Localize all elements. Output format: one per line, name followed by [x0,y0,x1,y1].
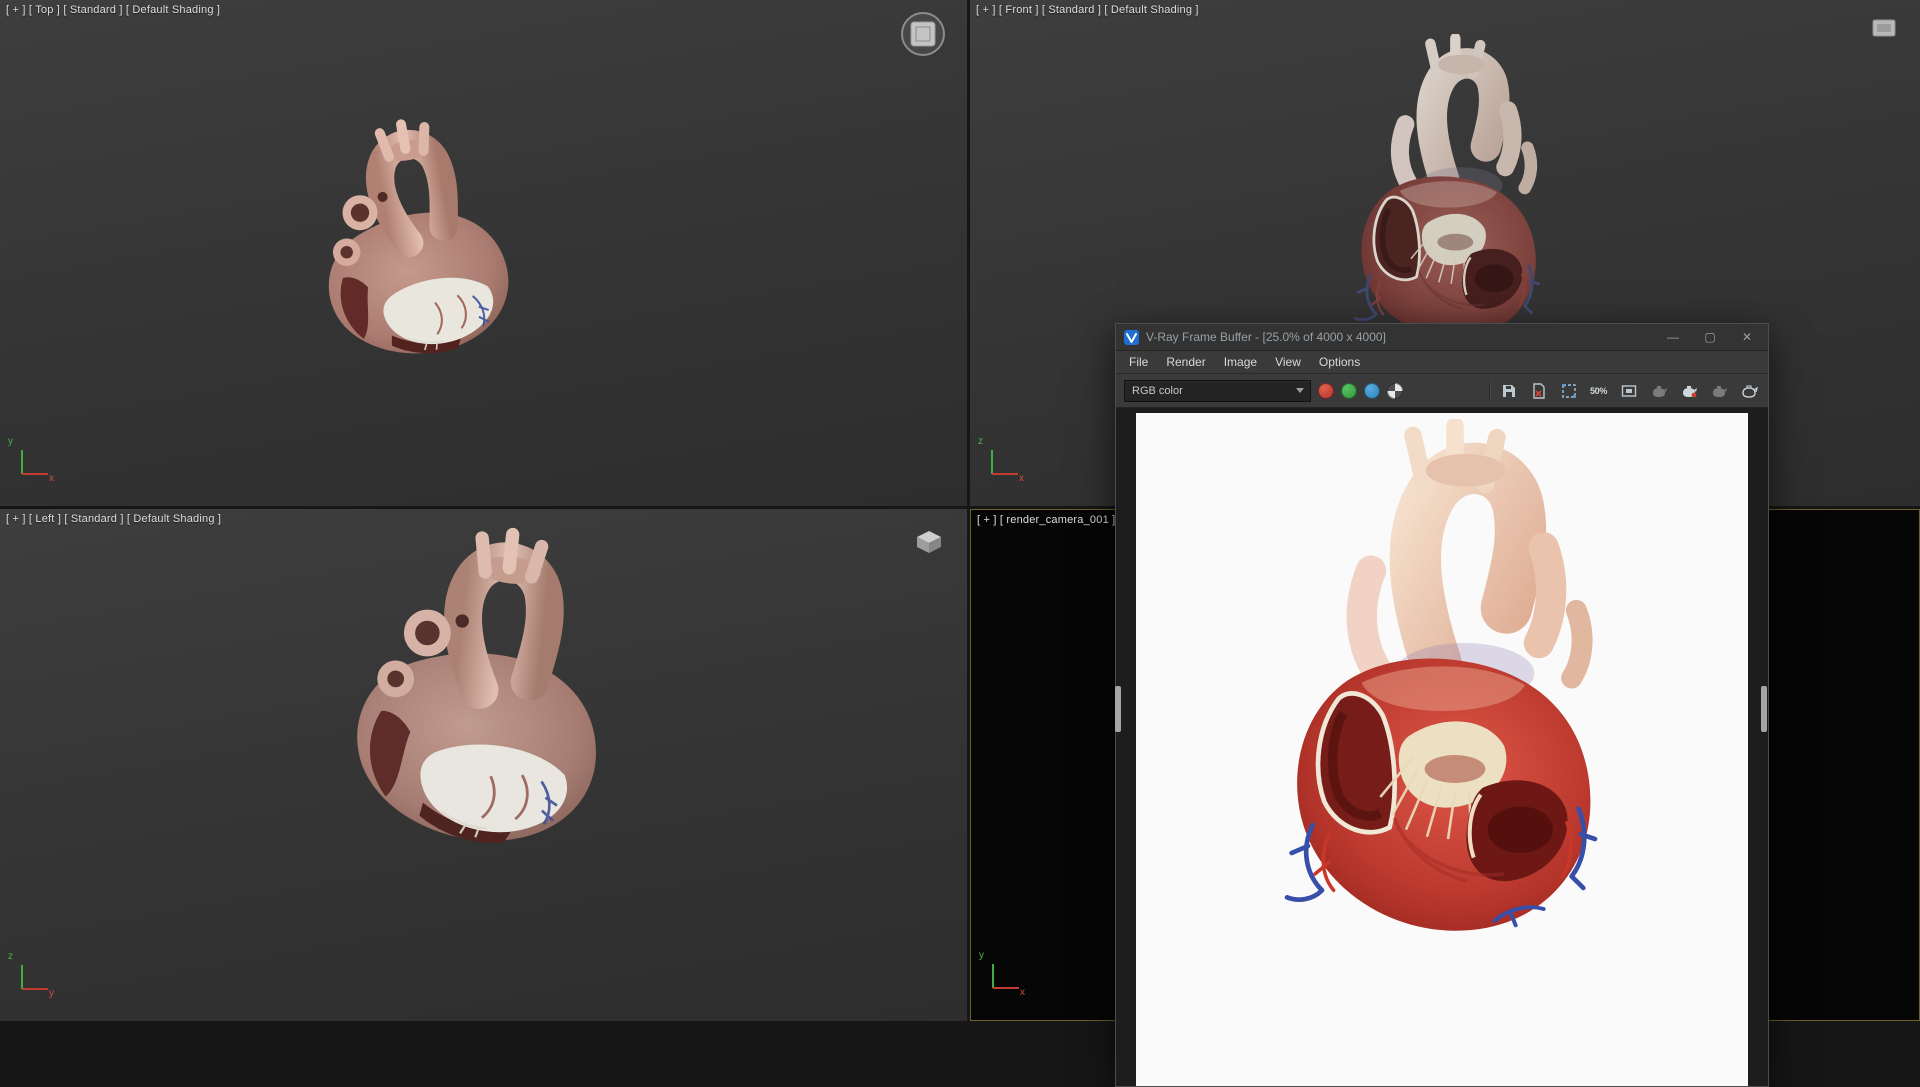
chevron-down-icon [1296,388,1304,393]
zoom-ratio-icon[interactable]: 50% [1587,380,1610,402]
save-layers-icon[interactable] [1527,380,1550,402]
axis-gizmo: z x [978,436,1024,484]
axis-label-vertical: z [8,951,13,962]
minimize-button[interactable]: — [1658,326,1688,348]
axis-gizmo: y x [8,436,54,484]
axis-label-horizontal: y [49,988,54,999]
render-last-icon[interactable] [1677,380,1700,402]
vray-logo-icon [1124,329,1139,345]
menu-view[interactable]: View [1266,353,1310,371]
viewcube-icon[interactable] [1872,16,1898,43]
render-icon[interactable] [1737,380,1760,402]
blue-channel-button[interactable] [1364,382,1380,399]
axis-label-vertical: y [979,950,984,961]
vfb-left-scrollbar-thumb[interactable] [1115,686,1121,732]
vfb-window-title: V-Ray Frame Buffer - [25.0% of 4000 x 40… [1146,330,1386,344]
toolbar-separator [1489,381,1490,400]
menu-file[interactable]: File [1120,353,1157,371]
fit-window-icon[interactable] [1617,380,1640,402]
vfb-titlebar[interactable]: V-Ray Frame Buffer - [25.0% of 4000 x 40… [1116,324,1768,351]
heart-model-front-view[interactable] [1322,34,1572,367]
red-channel-button[interactable] [1318,382,1334,399]
viewport-left-label[interactable]: [ + ] [ Left ] [ Standard ] [ Default Sh… [6,513,221,525]
viewport-top[interactable]: [ + ] [ Top ] [ Standard ] [ Default Sha… [0,0,967,506]
close-button[interactable]: ✕ [1732,326,1762,348]
save-icon[interactable] [1497,380,1520,402]
menu-render[interactable]: Render [1157,353,1214,371]
rendered-image[interactable] [1136,413,1748,1086]
axis-label-horizontal: x [1019,473,1024,484]
vfb-toolbar: RGB color 50% [1116,374,1768,408]
heart-model-left-view[interactable] [295,509,663,885]
vfb-right-scrollbar-thumb[interactable] [1761,686,1767,732]
region-render-icon[interactable] [1557,380,1580,402]
heart-model-top-view[interactable] [264,98,555,395]
axis-label-vertical: y [8,436,13,447]
vfb-canvas[interactable] [1116,408,1768,1086]
track-mouse-render-icon[interactable] [1647,380,1670,402]
render-history-icon[interactable] [1707,380,1730,402]
axis-label-vertical: z [978,436,983,447]
channel-select-value: RGB color [1132,384,1183,397]
maximize-button[interactable]: ▢ [1695,326,1725,348]
vray-frame-buffer-window: V-Ray Frame Buffer - [25.0% of 4000 x 40… [1115,323,1769,1087]
axis-gizmo: y x [979,950,1025,998]
menu-image[interactable]: Image [1215,353,1266,371]
viewport-top-label[interactable]: [ + ] [ Top ] [ Standard ] [ Default Sha… [6,4,220,16]
axis-label-horizontal: x [49,473,54,484]
channel-select-dropdown[interactable]: RGB color [1124,379,1311,402]
viewcube-icon[interactable] [915,529,943,560]
green-channel-button[interactable] [1341,382,1357,399]
menu-options[interactable]: Options [1310,353,1369,371]
vfb-menubar: File Render Image View Options [1116,351,1768,374]
axis-label-horizontal: x [1020,987,1025,998]
heart-render [1231,419,1651,979]
alpha-channel-button[interactable] [1387,382,1403,399]
axis-gizmo: z y [8,951,54,999]
viewport-front-label[interactable]: [ + ] [ Front ] [ Standard ] [ Default S… [976,4,1199,16]
viewport-left[interactable]: [ + ] [ Left ] [ Standard ] [ Default Sh… [0,509,967,1021]
viewcube-icon[interactable] [897,8,949,65]
